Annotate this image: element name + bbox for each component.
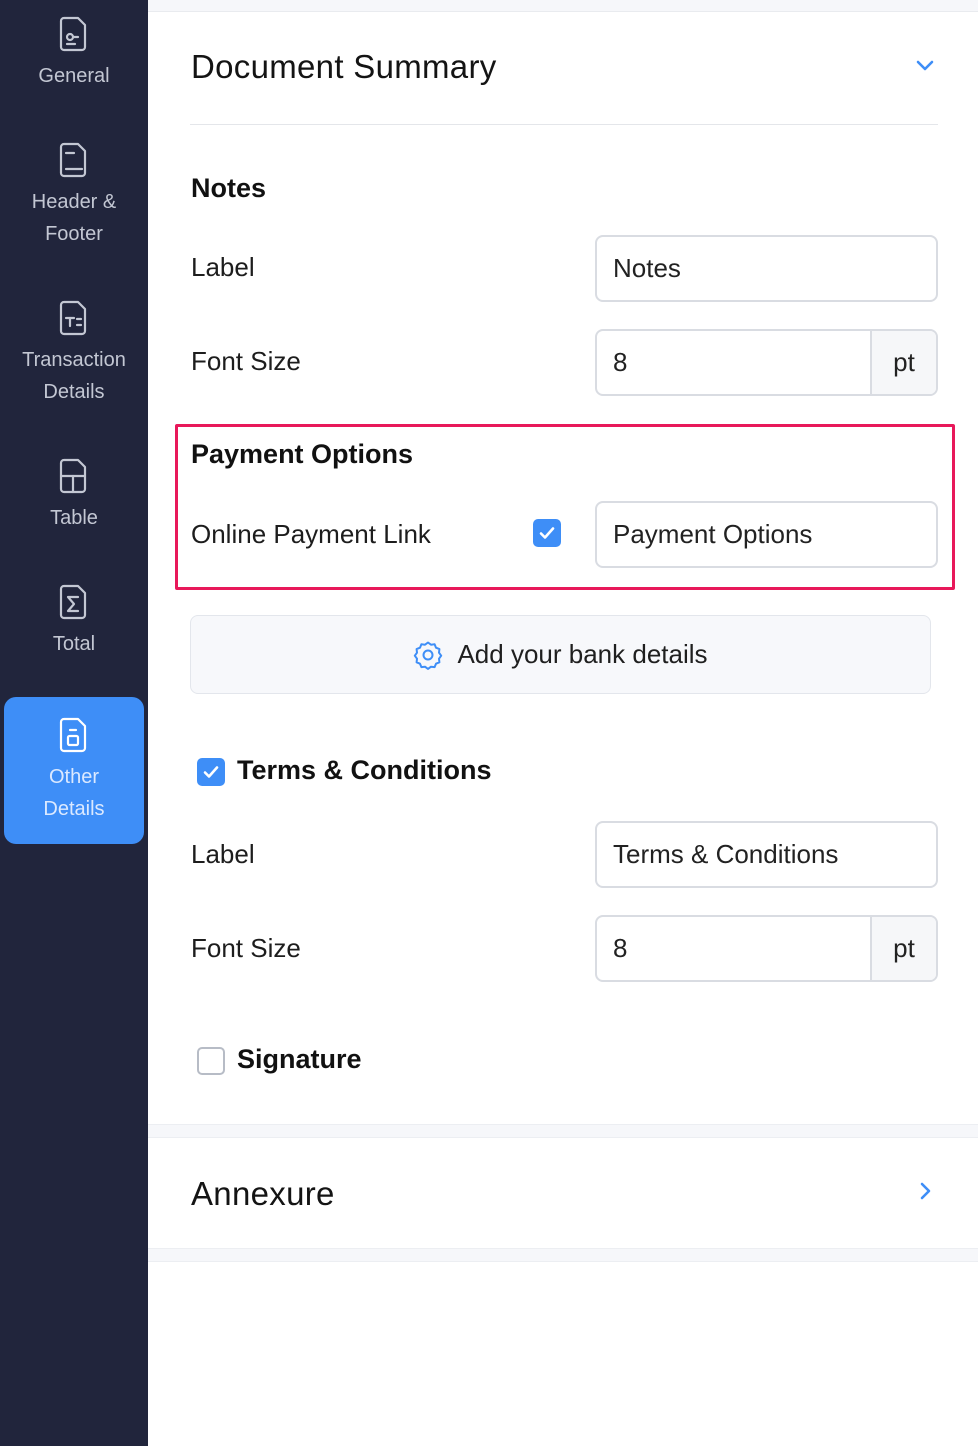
sidebar-item-general[interactable]: General (4, 14, 144, 114)
sidebar-item-label: Transaction Details (22, 349, 126, 403)
sidebar-item-total[interactable]: Total (4, 582, 144, 672)
document-summary-title[interactable]: Document Summary (191, 48, 497, 86)
notes-font-size-text: Font Size (191, 346, 301, 376)
payment-options-heading: Payment Options (191, 439, 414, 469)
document-other-icon (57, 715, 91, 755)
terms-label-value: Terms & Conditions (613, 839, 839, 869)
sidebar-item-label: Other Details (43, 766, 105, 820)
terms-font-size-text: Font Size (191, 933, 301, 963)
document-link-icon (57, 14, 91, 54)
top-strip (148, 0, 978, 12)
gear-icon (414, 641, 443, 670)
document-table-icon (57, 456, 91, 496)
checkmark-icon (203, 766, 219, 778)
document-sigma-icon (57, 582, 91, 622)
notes-label-text: Label (191, 252, 255, 282)
section-separator (148, 1124, 978, 1138)
sidebar-item-label: Table (50, 507, 98, 529)
sidebar-item-header-footer[interactable]: Header & Footer (4, 140, 144, 250)
annexure-title[interactable]: Annexure (191, 1175, 335, 1213)
terms-conditions-checkbox[interactable] (197, 758, 225, 786)
signature-checkbox[interactable] (197, 1047, 225, 1075)
add-bank-details-button[interactable]: Add your bank details (190, 615, 931, 694)
document-header-icon (57, 140, 91, 180)
sidebar-item-label: General (38, 65, 110, 87)
sidebar-item-other-details[interactable]: Other Details (4, 697, 144, 844)
notes-label-input[interactable]: Notes (595, 235, 938, 302)
online-payment-link-checkbox[interactable] (533, 519, 561, 547)
terms-font-size-unit: pt (870, 917, 936, 980)
sidebar-item-label: Header & Footer (31, 191, 117, 245)
sidebar-item-table[interactable]: Table (4, 456, 144, 546)
notes-font-size-unit: pt (870, 331, 936, 394)
document-text-icon (57, 298, 91, 338)
sidebar: General Header & Footer Transaction Deta… (0, 0, 148, 1446)
section-separator (148, 1248, 978, 1262)
terms-label-input[interactable]: Terms & Conditions (595, 821, 938, 888)
notes-font-size-input[interactable]: 8 pt (595, 329, 938, 396)
terms-font-size-input[interactable]: 8 pt (595, 915, 938, 982)
chevron-right-icon[interactable] (912, 1178, 938, 1204)
terms-label-text: Label (191, 839, 255, 869)
divider (190, 124, 938, 125)
terms-font-size-value[interactable]: 8 (597, 917, 870, 980)
signature-heading[interactable]: Signature (237, 1044, 362, 1075)
payment-options-label-value: Payment Options (613, 519, 813, 549)
main-panel: Document Summary Notes Label Notes Font … (148, 0, 978, 1446)
payment-options-label-input[interactable]: Payment Options (595, 501, 938, 568)
checkmark-icon (539, 527, 555, 539)
sidebar-item-transaction-details[interactable]: Transaction Details (4, 298, 144, 408)
chevron-down-icon[interactable] (912, 53, 938, 79)
terms-conditions-heading[interactable]: Terms & Conditions (237, 755, 492, 786)
notes-font-size-value[interactable]: 8 (597, 331, 870, 394)
online-payment-link-label: Online Payment Link (191, 519, 431, 549)
notes-label-value: Notes (613, 253, 681, 283)
add-bank-details-label: Add your bank details (457, 639, 708, 669)
sidebar-item-label: Total (52, 633, 96, 655)
notes-heading: Notes (191, 173, 267, 203)
